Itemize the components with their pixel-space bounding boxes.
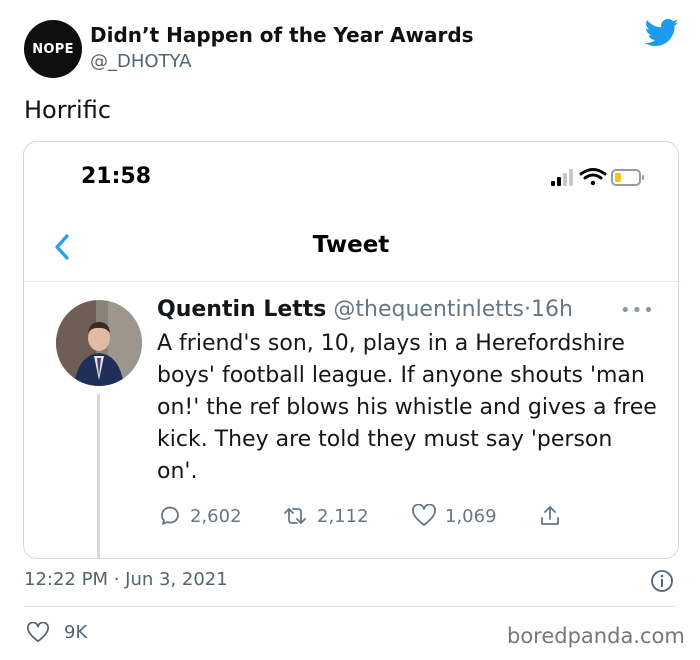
meta-separator: · (523, 297, 531, 322)
watermark: boredpanda.com (507, 624, 685, 648)
tweet-age: 16h (530, 297, 573, 322)
like-count: 1,069 (445, 505, 497, 527)
twitter-bird-icon[interactable] (645, 18, 679, 48)
info-icon[interactable] (650, 569, 674, 593)
reply-count: 2,602 (190, 505, 242, 527)
thread-line (97, 394, 100, 558)
heart-icon[interactable] (26, 622, 50, 644)
nav-divider (24, 281, 678, 282)
more-options-icon[interactable]: ••• (620, 300, 655, 321)
footer-divider (24, 606, 676, 607)
share-icon (541, 506, 559, 525)
like-count: 9K (64, 622, 88, 643)
status-bar-icons (551, 168, 644, 186)
display-name[interactable]: Didn’t Happen of the Year Awards (90, 23, 474, 47)
retweet-button[interactable]: 2,112 (281, 504, 369, 528)
share-button[interactable] (538, 504, 570, 528)
retweet-icon (284, 508, 306, 524)
author-avatar[interactable] (56, 300, 142, 386)
signal-icon (551, 169, 573, 186)
retweet-count: 2,112 (317, 505, 369, 527)
like-button[interactable]: 1,069 (411, 504, 497, 528)
reply-button[interactable]: 2,602 (158, 504, 242, 528)
nav-title: Tweet (312, 232, 390, 258)
wifi-icon (579, 168, 607, 186)
heart-icon (412, 504, 436, 526)
battery-icon (611, 169, 644, 186)
embedded-tweet-screenshot[interactable]: 21:58 Tweet Quentin Letts @thequentinlet… (23, 141, 679, 559)
account-avatar[interactable]: NOPE (24, 20, 82, 78)
reply-icon (161, 506, 179, 525)
author-handle[interactable]: @thequentinletts (333, 297, 524, 322)
tweet-body: A friend's son, 10, plays in a Herefords… (157, 331, 657, 484)
user-handle[interactable]: @_DHOTYA (90, 51, 191, 72)
tweet-header: Quentin Letts @thequentinletts·16h (157, 297, 573, 322)
avatar-logo-text: NOPE (32, 41, 74, 57)
tweet-text: Horrific (24, 96, 112, 124)
author-name[interactable]: Quentin Letts (157, 297, 326, 322)
status-bar-time: 21:58 (81, 164, 152, 189)
tweet-timestamp[interactable]: 12:22 PM · Jun 3, 2021 (24, 569, 228, 590)
